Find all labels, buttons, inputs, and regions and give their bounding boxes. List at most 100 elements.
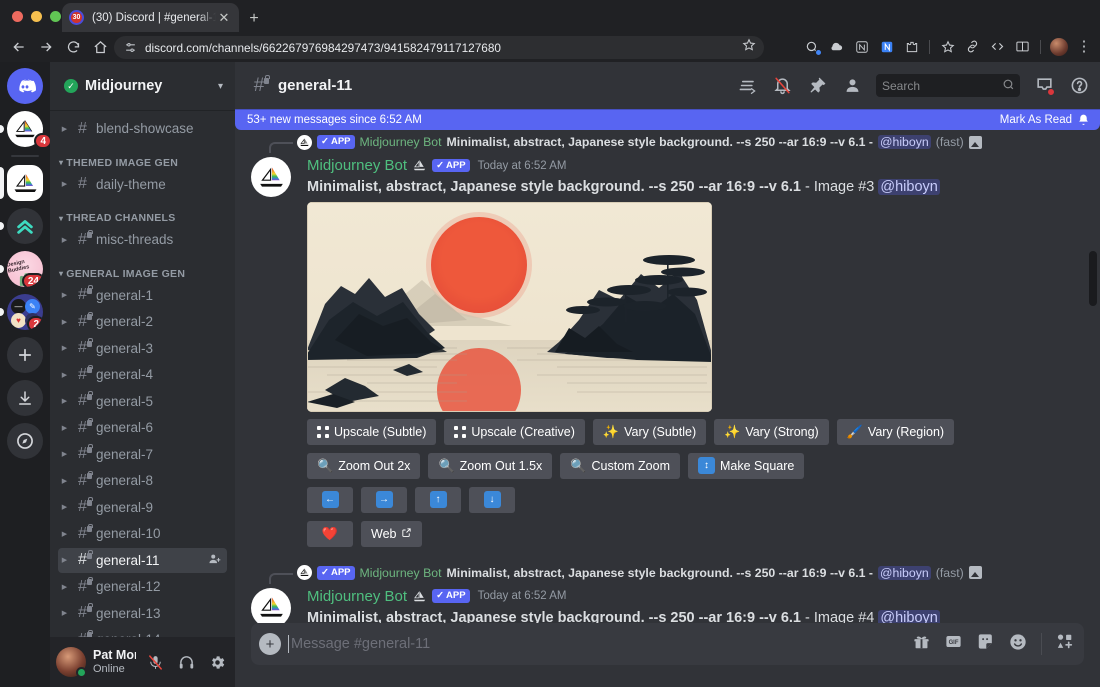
maximize-window-button[interactable] xyxy=(50,11,61,22)
sidebar-channel-general-2[interactable]: ▶ # general-2 xyxy=(58,309,227,334)
vary-strong-button[interactable]: ✨ Vary (Strong) xyxy=(714,419,829,445)
site-permissions-icon[interactable] xyxy=(123,40,138,55)
back-icon[interactable] xyxy=(7,35,31,59)
reply-reference-1[interactable]: ✓ APP Midjourney Bot Minimalist, abstrac… xyxy=(235,131,1084,153)
notification-off-icon[interactable] xyxy=(771,75,793,97)
zoom-out-2x-button[interactable]: 🔍 Zoom Out 2x xyxy=(307,453,420,479)
vary-region-button[interactable]: 🖌️ Vary (Region) xyxy=(837,419,954,445)
sidebar-channel-blend-showcase[interactable]: ▶ # blend-showcase xyxy=(58,116,227,141)
browser-tab[interactable]: 30 (30) Discord | #general-11 | M ✕ xyxy=(62,3,239,32)
close-icon[interactable]: ✕ xyxy=(216,10,232,26)
plus-icon[interactable] xyxy=(7,337,43,373)
sidebar-channel-general-14[interactable]: ▶ # general-14 xyxy=(58,627,227,637)
channel-expand-caret[interactable]: ▶ xyxy=(60,236,69,244)
message-author[interactable]: Midjourney Bot xyxy=(307,157,407,174)
favorite-button[interactable]: ❤️ xyxy=(307,521,353,547)
channel-expand-caret[interactable]: ▶ xyxy=(60,180,69,188)
guild-header[interactable]: ✓ Midjourney ▾ xyxy=(50,62,235,110)
server-folder-icon[interactable]: — ✎ ♥ 2 xyxy=(7,294,43,330)
message-mention[interactable]: @hiboyn xyxy=(878,179,939,195)
channel-category-themed[interactable]: ▾ THEMED IMAGE GEN xyxy=(50,143,235,172)
pin-icon[interactable] xyxy=(806,75,828,97)
add-attachment-button[interactable]: + xyxy=(259,633,281,655)
guild-item-home[interactable] xyxy=(0,68,50,104)
threads-icon[interactable] xyxy=(736,75,758,97)
sidebar-channel-general-5[interactable]: ▶ # general-5 xyxy=(58,389,227,414)
user-avatar[interactable] xyxy=(56,647,86,677)
help-icon[interactable] xyxy=(1068,75,1090,97)
mute-microphone-icon[interactable] xyxy=(143,650,167,674)
message-author[interactable]: Midjourney Bot xyxy=(307,588,407,605)
sidebar-channel-general-13[interactable]: ▶ # general-13 xyxy=(58,601,227,626)
close-window-button[interactable] xyxy=(12,11,23,22)
channel-expand-caret[interactable]: ▶ xyxy=(60,503,69,511)
link-icon[interactable] xyxy=(962,36,983,57)
channel-expand-caret[interactable]: ▶ xyxy=(60,477,69,485)
guild-item-folder[interactable]: — ✎ ♥ 2 xyxy=(0,294,50,330)
guild-item-download[interactable] xyxy=(0,380,50,416)
guild-item-explore[interactable] xyxy=(0,423,50,459)
sticker-icon[interactable] xyxy=(976,632,995,656)
avatar[interactable] xyxy=(251,157,291,197)
apps-icon[interactable] xyxy=(1055,632,1074,656)
custom-zoom-button[interactable]: 🔍 Custom Zoom xyxy=(560,453,680,479)
download-icon[interactable] xyxy=(7,380,43,416)
chevrons-up-icon[interactable] xyxy=(7,208,43,244)
pan-right-button[interactable]: → xyxy=(361,487,407,513)
star-icon[interactable] xyxy=(937,36,958,57)
minimize-window-button[interactable] xyxy=(31,11,42,22)
sidebar-channel-general-9[interactable]: ▶ # general-9 xyxy=(58,495,227,520)
make-square-button[interactable]: ↕ Make Square xyxy=(688,453,804,479)
reply-reference-2[interactable]: ✓ APP Midjourney Bot Minimalist, abstrac… xyxy=(235,562,1084,584)
new-tab-button[interactable]: + xyxy=(244,9,264,29)
channel-expand-caret[interactable]: ▶ xyxy=(60,397,69,405)
mark-as-read-button[interactable]: Mark As Read xyxy=(1000,113,1090,126)
message-list[interactable]: 🔥 🙌 🏆 💿 📋 🚩 ⋯ xyxy=(235,109,1100,623)
upscale-creative-button[interactable]: Upscale (Creative) xyxy=(444,419,585,445)
address-bar[interactable]: discord.com/channels/662267976984297473/… xyxy=(114,36,764,59)
channel-expand-caret[interactable]: ▶ xyxy=(60,556,69,564)
vary-subtle-button[interactable]: ✨ Vary (Subtle) xyxy=(593,419,706,445)
guild-item-chevrons[interactable] xyxy=(0,208,50,244)
channel-expand-caret[interactable]: ▶ xyxy=(60,291,69,299)
sidebar-channel-general-4[interactable]: ▶ # general-4 xyxy=(58,362,227,387)
search-input[interactable]: Search xyxy=(876,74,1020,97)
message-scrollbar[interactable] xyxy=(1086,156,1100,623)
pan-left-button[interactable]: ← xyxy=(307,487,353,513)
chevron-down-icon[interactable]: ▾ xyxy=(218,81,223,92)
guild-item-midjourney-1[interactable]: 4 xyxy=(0,111,50,147)
gift-icon[interactable] xyxy=(912,632,931,656)
add-member-icon[interactable] xyxy=(208,552,222,569)
gif-icon[interactable]: GIF xyxy=(944,632,963,656)
midjourney-boat-icon-active[interactable] xyxy=(7,165,43,201)
message-input[interactable]: Message #general-11 xyxy=(291,636,902,652)
generated-image-1[interactable] xyxy=(307,202,712,412)
sidebar-channel-general-12[interactable]: ▶ # general-12 xyxy=(58,574,227,599)
channel-expand-caret[interactable]: ▶ xyxy=(60,583,69,591)
upscale-subtle-button[interactable]: Upscale (Subtle) xyxy=(307,419,436,445)
reply-mention[interactable]: @hiboyn xyxy=(878,135,931,149)
home-icon[interactable] xyxy=(88,35,112,59)
channel-category-threads[interactable]: ▾ THREAD CHANNELS xyxy=(50,198,235,227)
forward-icon[interactable] xyxy=(34,35,58,59)
sidebar-channel-general-10[interactable]: ▶ # general-10 xyxy=(58,521,227,546)
guild-item-add-server[interactable] xyxy=(0,337,50,373)
pan-down-button[interactable]: ↓ xyxy=(469,487,515,513)
extension-icon[interactable] xyxy=(901,36,922,57)
profile-avatar[interactable] xyxy=(1048,36,1069,57)
user-meta[interactable]: Pat Morgan Online xyxy=(93,648,136,676)
keep-icon[interactable] xyxy=(876,36,897,57)
compass-icon[interactable] xyxy=(7,423,43,459)
inbox-icon[interactable] xyxy=(1033,75,1055,97)
members-icon[interactable] xyxy=(841,75,863,97)
bookmark-star-icon[interactable] xyxy=(742,38,756,57)
notion-icon[interactable] xyxy=(851,36,872,57)
channel-expand-caret[interactable]: ▶ xyxy=(60,530,69,538)
channel-expand-caret[interactable]: ▶ xyxy=(60,318,69,326)
reader-icon[interactable] xyxy=(1012,36,1033,57)
sidebar-channel-general-11[interactable]: ▶ # general-11 xyxy=(58,548,227,573)
channel-list[interactable]: ▶ # blend-showcase ▾ THEMED IMAGE GEN ▶ … xyxy=(50,110,235,637)
channel-expand-caret[interactable]: ▶ xyxy=(60,125,69,133)
emoji-icon[interactable] xyxy=(1008,632,1028,657)
guild-item-midjourney-2[interactable] xyxy=(0,165,50,201)
